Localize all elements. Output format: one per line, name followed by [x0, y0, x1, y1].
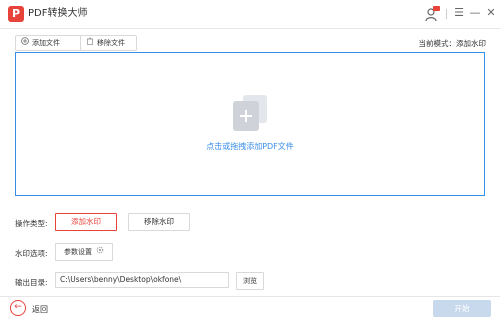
add-file-label: 添加文件 — [32, 39, 60, 47]
params-settings-button[interactable]: 参数设置 — [55, 243, 113, 261]
app-logo: P — [8, 6, 24, 22]
remove-watermark-button[interactable]: 移除水印 — [128, 213, 190, 231]
operation-type-label: 操作类型: — [15, 219, 48, 228]
output-dir-label: 输出目录: — [15, 278, 48, 287]
gear-icon — [96, 244, 104, 260]
titlebar-divider — [446, 9, 447, 19]
add-watermark-button[interactable]: 添加水印 — [55, 213, 117, 231]
current-mode-text: 当前模式：添加水印 — [418, 39, 487, 48]
remove-file-label: 移除文件 — [97, 39, 125, 47]
start-button[interactable]: 开始 — [433, 300, 491, 317]
trash-icon — [86, 36, 94, 50]
minimize-icon[interactable]: — — [468, 6, 482, 20]
watermark-options-label: 水印选项: — [15, 249, 48, 258]
browse-button[interactable]: 浏览 — [236, 272, 264, 290]
menu-icon[interactable]: ☰ — [452, 6, 466, 20]
dropzone-hint[interactable]: 点击或拖拽添加PDF文件 — [150, 141, 350, 152]
remove-file-button[interactable]: 移除文件 — [80, 35, 137, 51]
back-label[interactable]: 返回 — [32, 304, 48, 315]
footer-separator — [0, 296, 500, 297]
add-circle-icon — [21, 36, 29, 50]
output-path-input[interactable] — [55, 272, 229, 288]
title-separator — [0, 28, 500, 29]
user-icon[interactable] — [424, 6, 440, 22]
app-title: PDF转换大师 — [28, 8, 88, 19]
close-icon[interactable]: ✕ — [484, 6, 498, 20]
add-document-icon — [230, 93, 270, 133]
add-file-button[interactable]: 添加文件 — [15, 35, 82, 51]
params-settings-label: 参数设置 — [64, 248, 92, 256]
back-arrow-icon[interactable]: ← — [10, 300, 26, 316]
